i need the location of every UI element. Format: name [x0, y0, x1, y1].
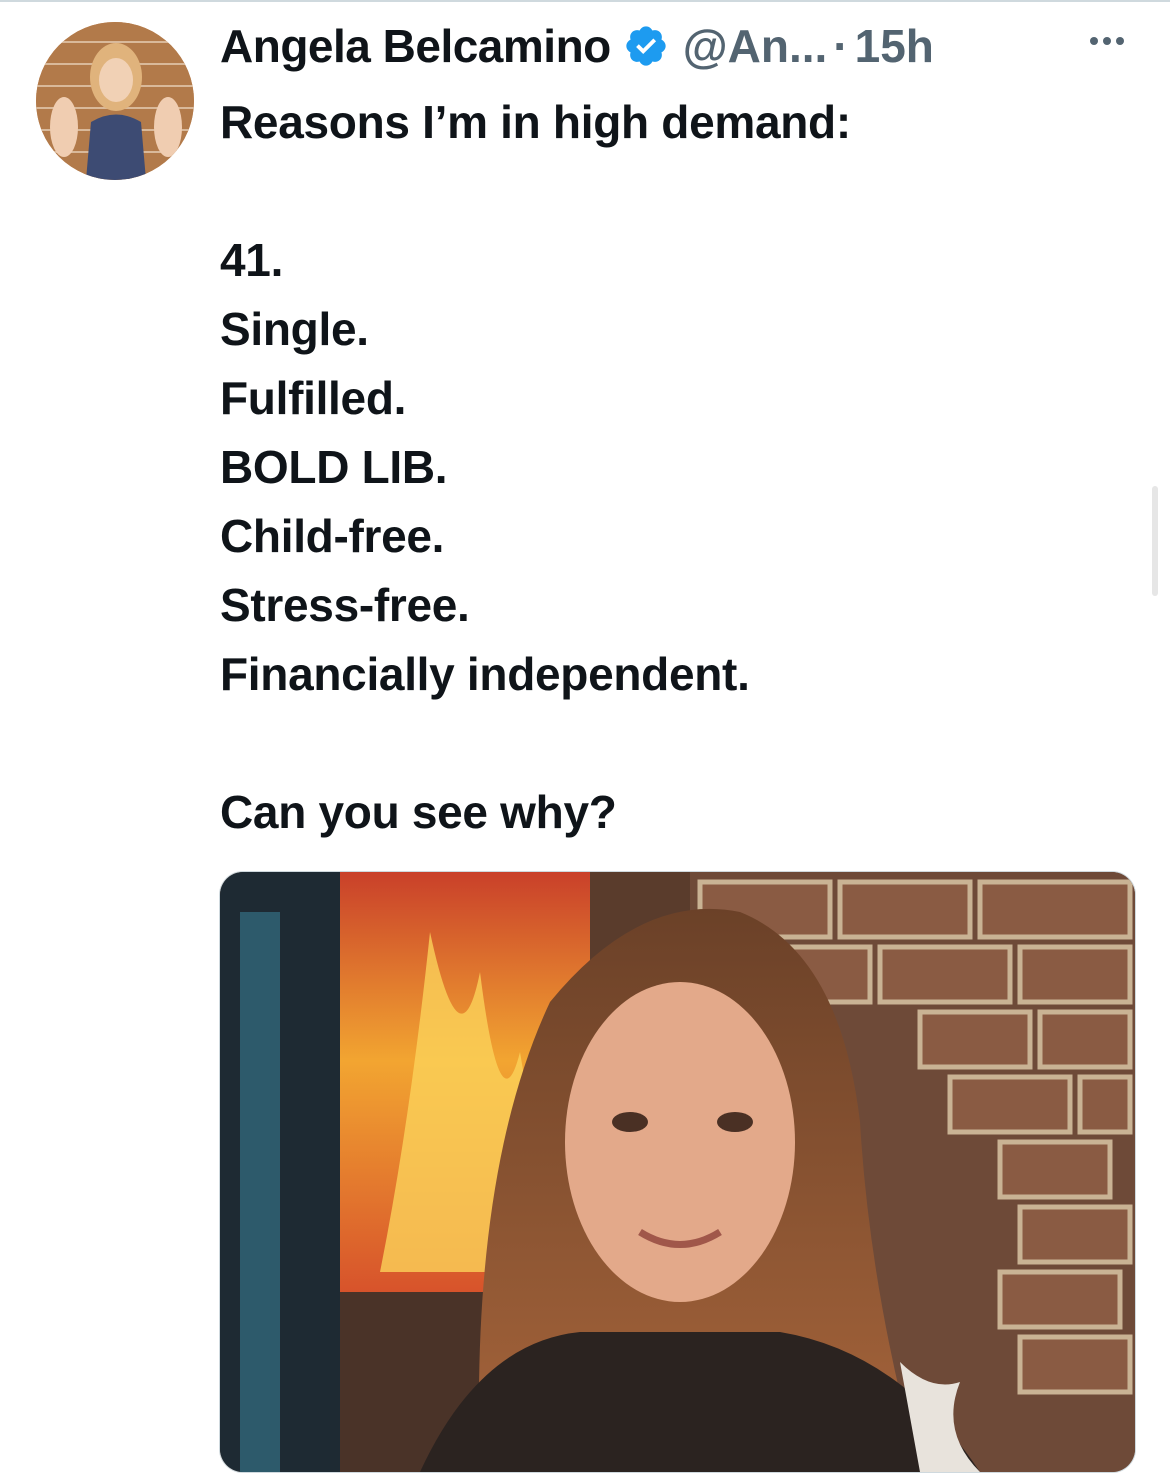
text-line: Stress-free. — [220, 579, 470, 631]
separator-dot: · — [833, 20, 849, 72]
text-line: Can you see why? — [220, 786, 617, 838]
text-line: Financially independent. — [220, 648, 750, 700]
text-line: Fulfilled. — [220, 372, 407, 424]
text-line: Single. — [220, 303, 369, 355]
tweet-header: Angela Belcamino @An... · 15h — [220, 14, 1140, 78]
scrollbar[interactable] — [1152, 486, 1158, 596]
more-options-icon[interactable] — [1082, 26, 1132, 56]
timestamp[interactable]: 15h — [855, 19, 934, 73]
text-line: Reasons I’m in high demand: — [220, 96, 851, 148]
tweet-text: Reasons I’m in high demand: 41. Single. … — [220, 88, 1140, 847]
text-line: 41. — [220, 234, 284, 286]
top-divider — [0, 0, 1170, 2]
author-handle[interactable]: @An... — [683, 19, 828, 73]
avatar[interactable] — [36, 22, 194, 180]
text-line: BOLD LIB. — [220, 441, 448, 493]
author-name[interactable]: Angela Belcamino — [220, 19, 611, 73]
tweet-photo[interactable] — [219, 871, 1136, 1473]
text-line: Child-free. — [220, 510, 445, 562]
verified-badge-icon[interactable] — [623, 23, 669, 69]
